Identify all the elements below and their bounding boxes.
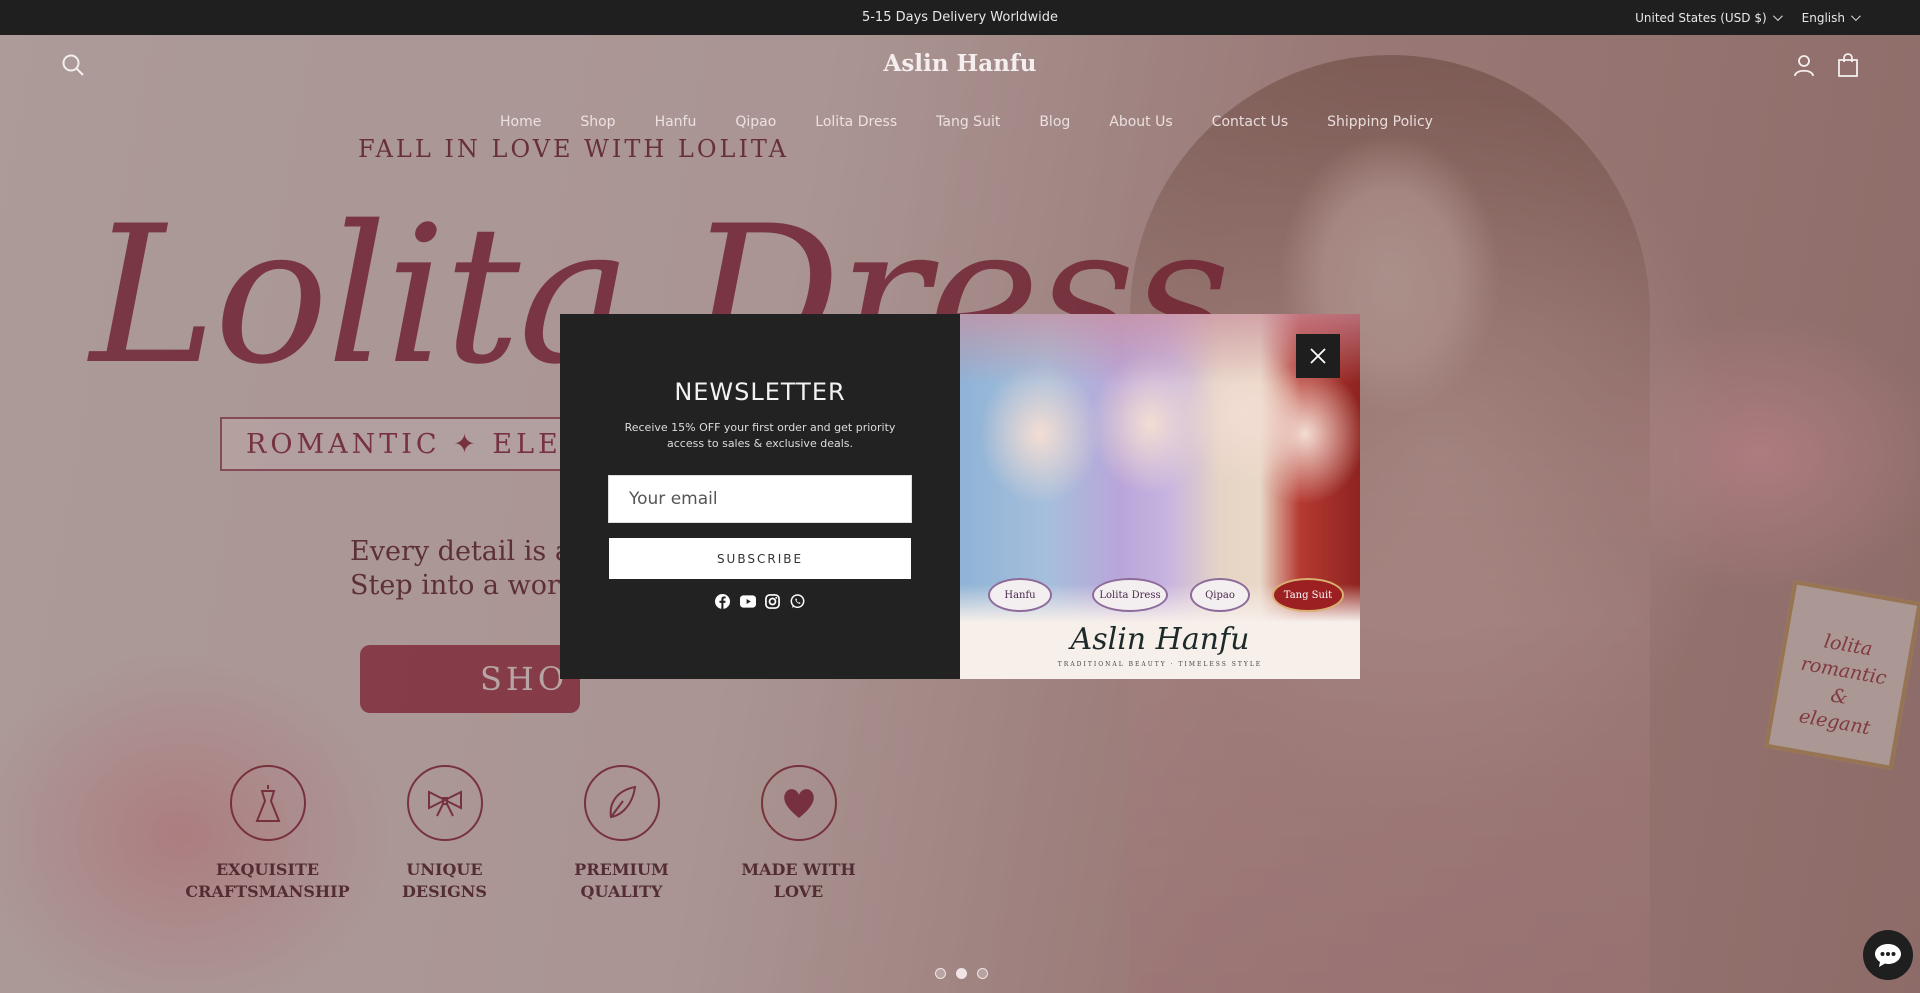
newsletter-modal: NEWSLETTER Receive 15% OFF your first or… [560, 314, 1360, 679]
nav-contact-us[interactable]: Contact Us [1212, 114, 1288, 130]
image-brand: Aslin Hanfu [1070, 622, 1250, 657]
slide-dot[interactable] [977, 968, 988, 979]
youtube-icon[interactable] [739, 593, 756, 609]
image-label: Qipao [1190, 578, 1250, 612]
slide-dot-active[interactable] [956, 968, 967, 979]
nav-blog[interactable]: Blog [1039, 114, 1070, 130]
currency-label: United States (USD $) [1635, 10, 1767, 25]
main-nav: Home Shop Hanfu Qipao Lolita Dress Tang … [500, 114, 1433, 130]
nav-shipping-policy[interactable]: Shipping Policy [1327, 114, 1433, 130]
nav-lolita-dress[interactable]: Lolita Dress [815, 114, 897, 130]
slide-dot[interactable] [935, 968, 946, 979]
social-links [715, 593, 806, 609]
nav-home[interactable]: Home [500, 114, 541, 130]
nav-shop[interactable]: Shop [580, 114, 615, 130]
chat-icon[interactable] [1863, 930, 1913, 980]
nav-qipao[interactable]: Qipao [735, 114, 776, 130]
language-label: English [1801, 10, 1845, 25]
nav-about-us[interactable]: About Us [1109, 114, 1172, 130]
site-logo[interactable]: Aslin Hanfu [0, 50, 1920, 77]
image-label: Lolita Dress [1092, 578, 1168, 612]
email-field[interactable] [608, 475, 912, 523]
facebook-icon[interactable] [715, 593, 731, 609]
announcement-bar: 5-15 Days Delivery Worldwide United Stat… [0, 0, 1920, 35]
chevron-down-icon [1850, 11, 1861, 22]
newsletter-form-panel: NEWSLETTER Receive 15% OFF your first or… [560, 314, 960, 679]
currency-selector[interactable]: United States (USD $) [1635, 10, 1783, 25]
image-tagline: TRADITIONAL BEAUTY · TIMELESS STYLE [1057, 661, 1263, 668]
subscribe-button[interactable]: SUBSCRIBE [609, 538, 911, 579]
bag-icon[interactable] [1835, 52, 1861, 78]
nav-tang-suit[interactable]: Tang Suit [936, 114, 1000, 130]
language-selector[interactable]: English [1801, 10, 1861, 25]
nav-hanfu[interactable]: Hanfu [655, 114, 697, 130]
image-label: Tang Suit [1272, 578, 1344, 612]
announcement-text: 5-15 Days Delivery Worldwide [861, 10, 1059, 25]
user-icon[interactable] [1791, 52, 1817, 78]
image-label: Hanfu [988, 578, 1052, 612]
whatsapp-icon[interactable] [790, 593, 806, 609]
newsletter-title: NEWSLETTER [674, 378, 846, 406]
instagram-icon[interactable] [765, 593, 781, 609]
chevron-down-icon [1772, 11, 1783, 22]
locale-selectors: United States (USD $) English [1635, 0, 1861, 35]
slideshow-dots [935, 968, 988, 979]
close-icon[interactable] [1296, 334, 1340, 378]
newsletter-description: Receive 15% OFF your first order and get… [624, 421, 896, 450]
